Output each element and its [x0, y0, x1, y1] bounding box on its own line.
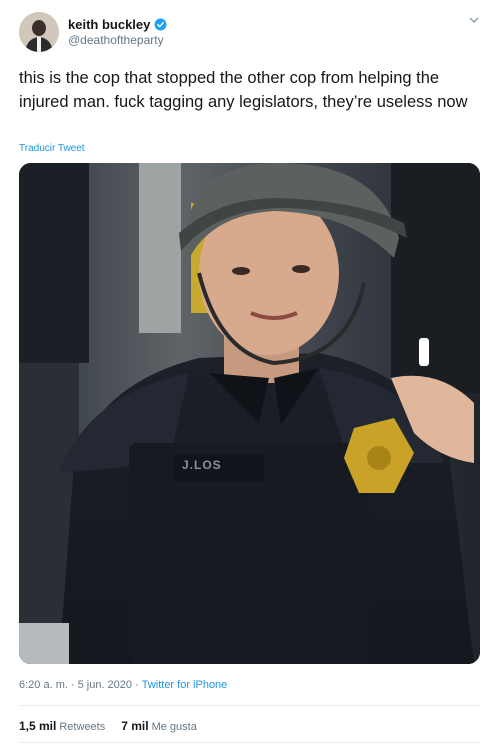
meta-separator: ·	[135, 679, 139, 691]
retweets-label: Retweets	[59, 721, 106, 733]
likes-label: Me gusta	[151, 721, 197, 733]
translate-tweet-link[interactable]: Traducir Tweet	[19, 143, 85, 154]
likes-stat[interactable]: 7 mil Me gusta	[121, 719, 197, 733]
tweet-time[interactable]: 6:20 a. m.	[19, 679, 68, 691]
retweets-count: 1,5 mil	[19, 719, 57, 733]
divider	[19, 705, 481, 706]
tweet-card: keith buckley @deathoftheparty this is t…	[0, 0, 500, 750]
author-handle[interactable]: @deathoftheparty	[68, 33, 164, 47]
likes-count: 7 mil	[121, 719, 149, 733]
author-name-row[interactable]: keith buckley	[68, 17, 167, 32]
tweet-meta: 6:20 a. m. · 5 jun. 2020 · Twitter for iPhon…	[19, 679, 227, 691]
tweet-date[interactable]: 5 jun. 2020	[78, 679, 132, 691]
divider	[19, 742, 481, 743]
chevron-down-icon[interactable]	[468, 15, 480, 25]
tweet-video-image[interactable]: J.LOS	[19, 163, 480, 664]
avatar[interactable]	[19, 12, 59, 52]
tweet-text: this is the cop that stopped the other c…	[19, 69, 468, 111]
author-name[interactable]: keith buckley	[68, 17, 150, 32]
verified-badge-icon	[154, 18, 167, 31]
meta-separator: ·	[70, 679, 75, 691]
tweet-source-link[interactable]: Twitter for iPhone	[142, 679, 228, 691]
tweet-stats: 1,5 mil Retweets 7 mil Me gusta	[19, 719, 197, 733]
retweets-stat[interactable]: 1,5 mil Retweets	[19, 719, 105, 733]
vest-name-tag: J.LOS	[182, 458, 222, 472]
